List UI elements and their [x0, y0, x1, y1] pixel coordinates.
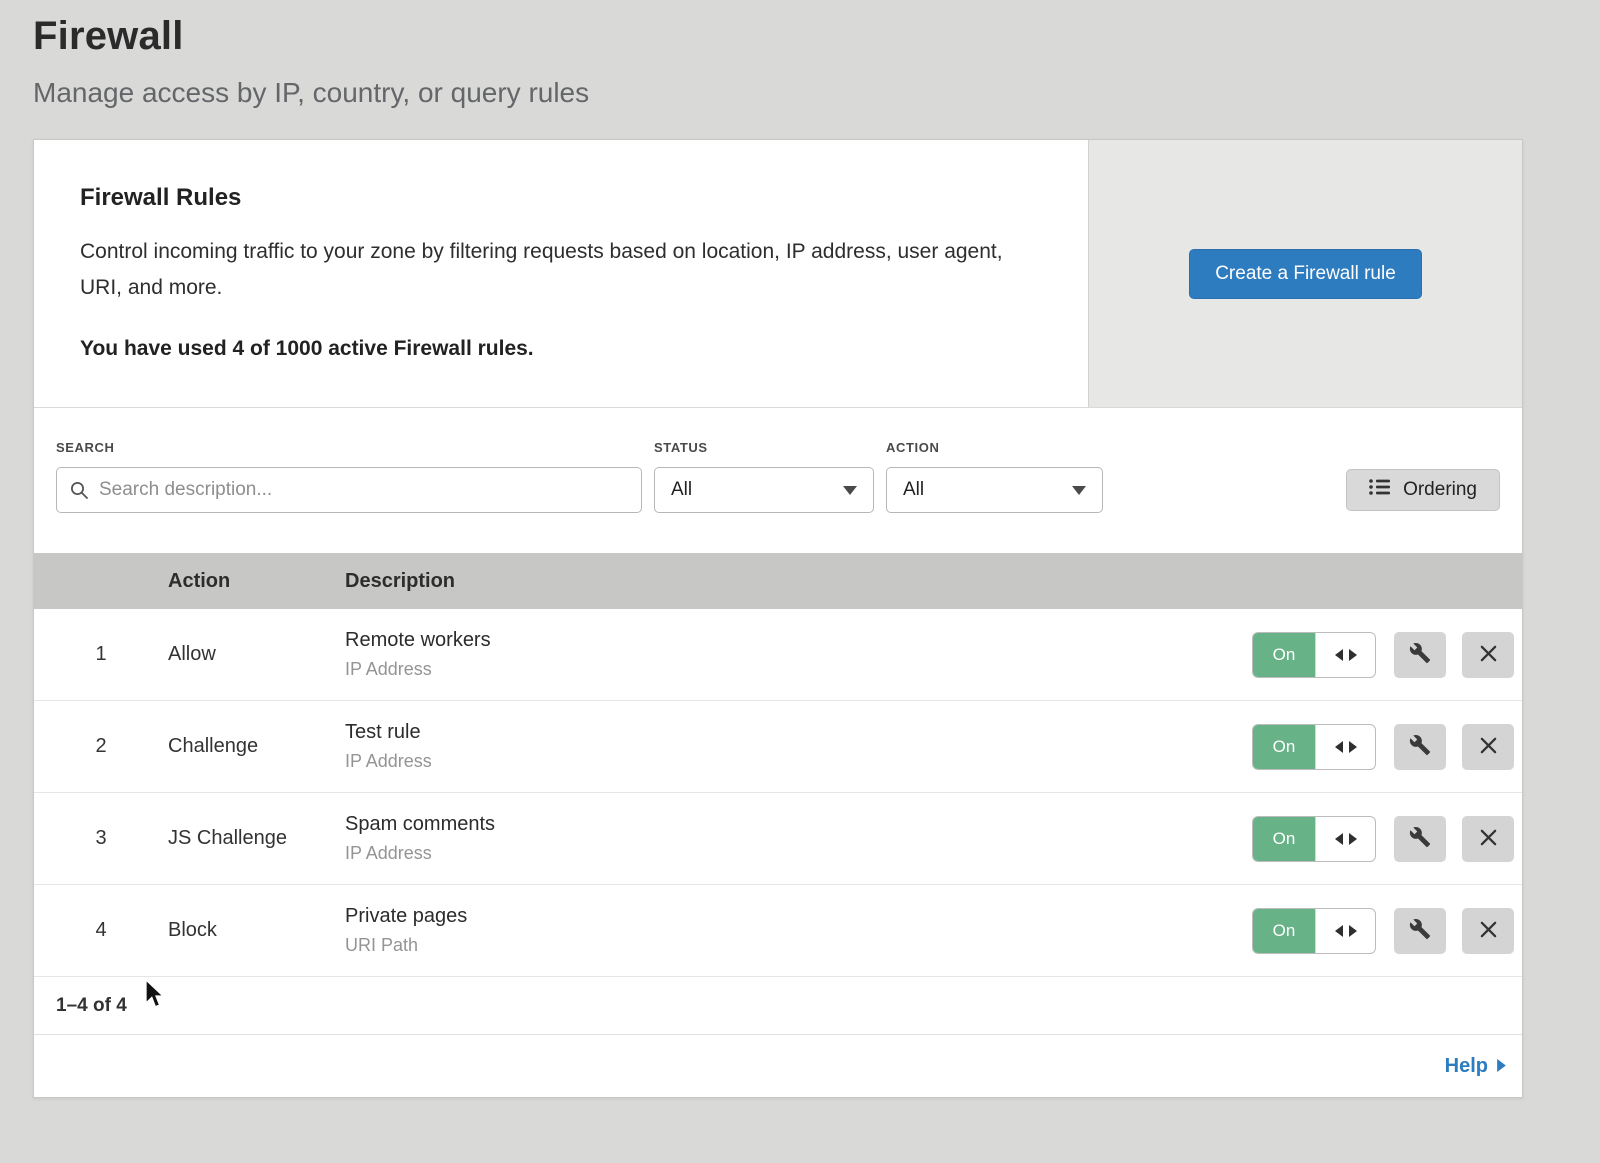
- status-select[interactable]: All: [654, 467, 874, 513]
- rule-enabled-toggle[interactable]: On: [1252, 724, 1376, 770]
- table-row: 1 Allow Remote workers IP Address On: [34, 609, 1522, 701]
- rule-priority: 4: [34, 919, 168, 942]
- help-link[interactable]: Help: [1445, 1055, 1506, 1078]
- edit-rule-button[interactable]: [1394, 908, 1446, 954]
- help-link-label: Help: [1445, 1055, 1488, 1078]
- rules-card-header: Firewall Rules Control incoming traffic …: [34, 140, 1522, 408]
- toggle-on-label[interactable]: On: [1253, 633, 1315, 677]
- delete-rule-button[interactable]: [1462, 908, 1514, 954]
- wrench-icon: [1409, 642, 1431, 667]
- wrench-icon: [1409, 734, 1431, 759]
- rule-priority: 2: [34, 735, 168, 758]
- search-label: SEARCH: [56, 440, 642, 455]
- table-row: 3 JS Challenge Spam comments IP Address …: [34, 793, 1522, 885]
- rules-card-description: Control incoming traffic to your zone by…: [80, 234, 1025, 305]
- ordering-button[interactable]: Ordering: [1346, 469, 1500, 511]
- x-icon: [1479, 828, 1498, 850]
- rule-description: Remote workers: [345, 629, 1252, 652]
- x-icon: [1479, 644, 1498, 666]
- search-input[interactable]: [56, 467, 642, 513]
- rule-description: Spam comments: [345, 813, 1252, 836]
- column-header-description: Description: [345, 570, 1522, 593]
- ordering-list-icon: [1369, 478, 1391, 502]
- rule-enabled-toggle[interactable]: On: [1252, 816, 1376, 862]
- rules-card-title: Firewall Rules: [80, 184, 1042, 212]
- status-selected-value: All: [671, 479, 692, 501]
- rule-action: Allow: [168, 643, 345, 666]
- rule-field-type: URI Path: [345, 935, 1252, 956]
- wrench-icon: [1409, 826, 1431, 851]
- table-header: Action Description: [34, 553, 1522, 609]
- edit-rule-button[interactable]: [1394, 816, 1446, 862]
- priority-arrows-icon[interactable]: [1315, 725, 1375, 769]
- rule-priority: 3: [34, 827, 168, 850]
- action-selected-value: All: [903, 479, 924, 501]
- table-row: 2 Challenge Test rule IP Address On: [34, 701, 1522, 793]
- create-firewall-rule-button[interactable]: Create a Firewall rule: [1189, 249, 1422, 299]
- pagination-row: 1–4 of 4: [34, 977, 1522, 1035]
- help-arrow-icon: [1497, 1055, 1506, 1078]
- rule-field-type: IP Address: [345, 751, 1252, 772]
- rule-description: Private pages: [345, 905, 1252, 928]
- edit-rule-button[interactable]: [1394, 632, 1446, 678]
- priority-arrows-icon[interactable]: [1315, 817, 1375, 861]
- firewall-page: Firewall Manage access by IP, country, o…: [0, 0, 1600, 1163]
- rules-usage-text: You have used 4 of 1000 active Firewall …: [80, 337, 1042, 361]
- x-icon: [1479, 736, 1498, 758]
- toggle-on-label[interactable]: On: [1253, 817, 1315, 861]
- chevron-down-icon: [843, 486, 857, 495]
- chevron-down-icon: [1072, 486, 1086, 495]
- search-icon: [69, 480, 89, 505]
- firewall-rules-card: Firewall Rules Control incoming traffic …: [33, 139, 1523, 1098]
- rule-action: JS Challenge: [168, 827, 345, 850]
- rule-enabled-toggle[interactable]: On: [1252, 908, 1376, 954]
- delete-rule-button[interactable]: [1462, 632, 1514, 678]
- card-footer: Help: [34, 1035, 1522, 1097]
- action-label: ACTION: [886, 440, 1103, 455]
- rule-priority: 1: [34, 643, 168, 666]
- page-subtitle: Manage access by IP, country, or query r…: [33, 77, 1523, 109]
- wrench-icon: [1409, 918, 1431, 943]
- rule-action: Challenge: [168, 735, 345, 758]
- priority-arrows-icon[interactable]: [1315, 909, 1375, 953]
- rule-action: Block: [168, 919, 345, 942]
- x-icon: [1479, 920, 1498, 942]
- page-title: Firewall: [33, 14, 1523, 59]
- table-row: 4 Block Private pages URI Path On: [34, 885, 1522, 977]
- column-header-action: Action: [168, 570, 345, 593]
- edit-rule-button[interactable]: [1394, 724, 1446, 770]
- delete-rule-button[interactable]: [1462, 816, 1514, 862]
- priority-arrows-icon[interactable]: [1315, 633, 1375, 677]
- filters-bar: SEARCH STATUS All A: [34, 408, 1522, 553]
- rule-field-type: IP Address: [345, 843, 1252, 864]
- toggle-on-label[interactable]: On: [1253, 725, 1315, 769]
- delete-rule-button[interactable]: [1462, 724, 1514, 770]
- action-select[interactable]: All: [886, 467, 1103, 513]
- rules-card-side-panel: Create a Firewall rule: [1088, 140, 1522, 407]
- rule-enabled-toggle[interactable]: On: [1252, 632, 1376, 678]
- pagination-text: 1–4 of 4: [56, 995, 127, 1017]
- status-label: STATUS: [654, 440, 874, 455]
- rule-description: Test rule: [345, 721, 1252, 744]
- toggle-on-label[interactable]: On: [1253, 909, 1315, 953]
- rule-field-type: IP Address: [345, 659, 1252, 680]
- ordering-button-label: Ordering: [1403, 479, 1477, 501]
